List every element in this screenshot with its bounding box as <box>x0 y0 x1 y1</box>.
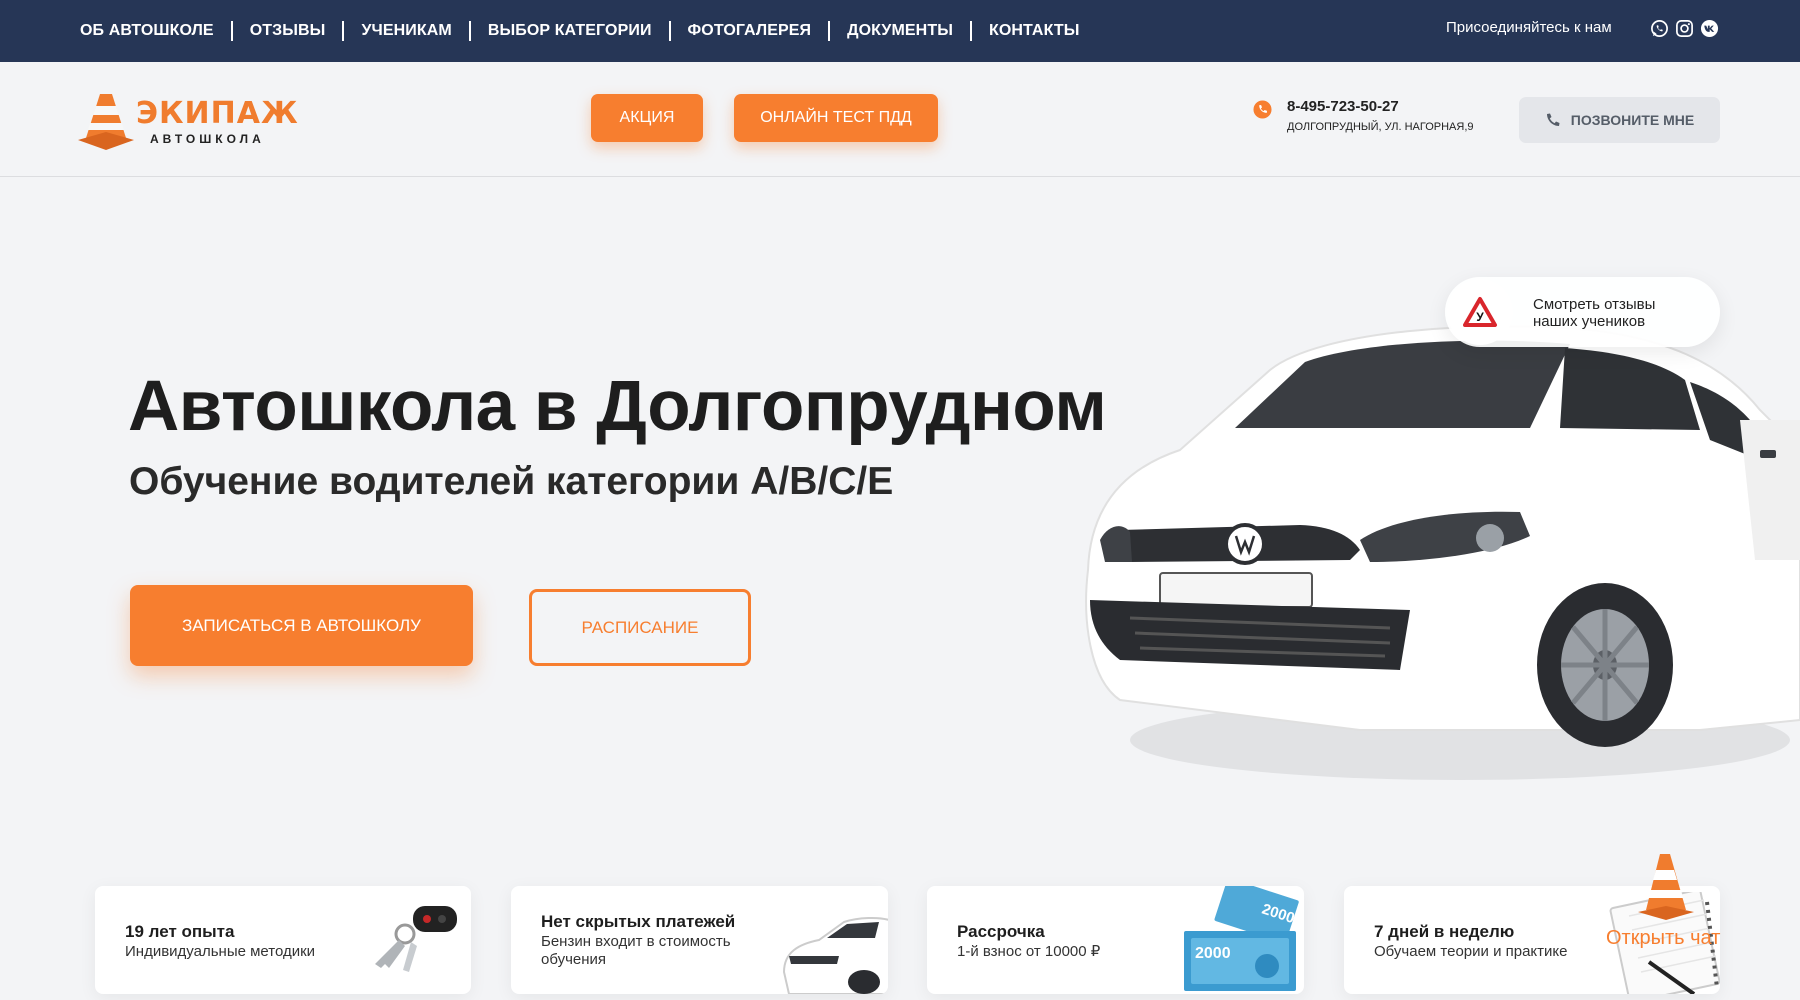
instagram-icon[interactable] <box>1675 19 1694 38</box>
feature-title: 7 дней в неделю <box>1374 922 1515 941</box>
car-image <box>1085 325 1800 780</box>
feature-title: Нет скрытых платежей <box>541 912 736 931</box>
nav-divider <box>230 21 233 41</box>
schedule-button[interactable]: РАСПИСАНИЕ <box>529 589 751 666</box>
feature-card-no-hidden-fees: Нет скрытых платежей Бензин входит в сто… <box>511 886 888 994</box>
nav-item-category[interactable]: ВЫБОР КАТЕГОРИИ <box>488 22 652 40</box>
car-icon <box>782 916 888 994</box>
main-menu: ОБ АВТОШКОЛЕ ОТЗЫВЫ УЧЕНИКАМ ВЫБОР КАТЕГ… <box>80 0 1079 62</box>
phone-icon <box>1253 100 1272 119</box>
callback-button[interactable]: ПОЗВОНИТЕ МНЕ <box>1519 97 1720 143</box>
phone-number[interactable]: 8-495-723-50-27 <box>1287 98 1399 115</box>
join-us-text: Присоединяйтесь к нам <box>1446 19 1612 36</box>
reviews-link[interactable]: У Смотреть отзывы наших учеников <box>1445 277 1720 347</box>
nav-item-contacts[interactable]: КОНТАКТЫ <box>989 22 1080 40</box>
logo[interactable]: ЭКИПАЖ АВТОШКОЛА <box>78 90 298 150</box>
handset-icon <box>1546 113 1560 126</box>
nav-divider <box>969 21 972 41</box>
whatsapp-icon[interactable] <box>1650 19 1669 38</box>
feature-description: Индивидуальные методики <box>125 943 316 960</box>
callback-button-label: ПОЗВОНИТЕ МНЕ <box>1570 112 1695 128</box>
vk-icon[interactable] <box>1700 19 1719 38</box>
student-driver-badge: У <box>1447 279 1513 345</box>
nav-divider <box>668 21 671 41</box>
feature-description: Бензин входит в стоимость обучения <box>541 933 731 968</box>
feature-card-experience: 19 лет опыта Индивидуальные методики <box>95 886 471 994</box>
traffic-cone-icon <box>78 94 134 150</box>
nav-item-documents[interactable]: ДОКУМЕНТЫ <box>847 22 953 40</box>
nav-divider <box>468 21 471 41</box>
logo-subtitle: АВТОШКОЛА <box>150 132 265 146</box>
feature-description: Обучаем теории и практике <box>1374 943 1568 960</box>
page-subtitle: Обучение водителей категории A/B/C/E <box>129 460 894 503</box>
nav-divider <box>828 21 831 41</box>
signup-button[interactable]: ЗАПИСАТЬСЯ В АВТОШКОЛУ <box>130 585 473 666</box>
car-keys-icon <box>375 906 457 972</box>
feature-description: 1-й взнос от 10000 ₽ <box>957 943 1101 960</box>
open-chat-button[interactable]: Открыть чат <box>1606 927 1720 950</box>
address: ДОЛГОПРУДНЫЙ, УЛ. НАГОРНАЯ,9 <box>1287 121 1474 133</box>
promo-button[interactable]: АКЦИЯ <box>591 94 703 142</box>
nav-divider <box>342 21 345 41</box>
feature-card-installments: Рассрочка 1-й взнос от 10000 ₽ 2000 2000 <box>927 886 1304 994</box>
page-title: Автошкола в Долгопрудном <box>128 367 1107 446</box>
reviews-link-label: Смотреть отзывы наших учеников <box>1533 296 1656 330</box>
nav-item-students[interactable]: УЧЕНИКАМ <box>361 22 451 40</box>
feature-title: 19 лет опыта <box>125 922 235 941</box>
top-navigation-bar: ОБ АВТОШКОЛЕ ОТЗЫВЫ УЧЕНИКАМ ВЫБОР КАТЕГ… <box>0 0 1800 62</box>
chat-cone-icon[interactable] <box>1636 852 1696 922</box>
svg-text:У: У <box>1476 310 1484 324</box>
feature-title: Рассрочка <box>957 922 1045 941</box>
warning-triangle-icon: У <box>1463 297 1497 327</box>
online-test-button[interactable]: ОНЛАЙН ТЕСТ ПДД <box>734 94 938 142</box>
logo-title: ЭКИПАЖ <box>136 96 299 131</box>
nav-item-reviews[interactable]: ОТЗЫВЫ <box>250 22 326 40</box>
banknotes-icon: 2000 2000 <box>1184 886 1299 991</box>
social-links <box>1650 19 1719 38</box>
nav-item-gallery[interactable]: ФОТОГАЛЕРЕЯ <box>688 22 812 40</box>
svg-text:2000: 2000 <box>1195 945 1231 962</box>
nav-item-about[interactable]: ОБ АВТОШКОЛЕ <box>80 22 214 40</box>
